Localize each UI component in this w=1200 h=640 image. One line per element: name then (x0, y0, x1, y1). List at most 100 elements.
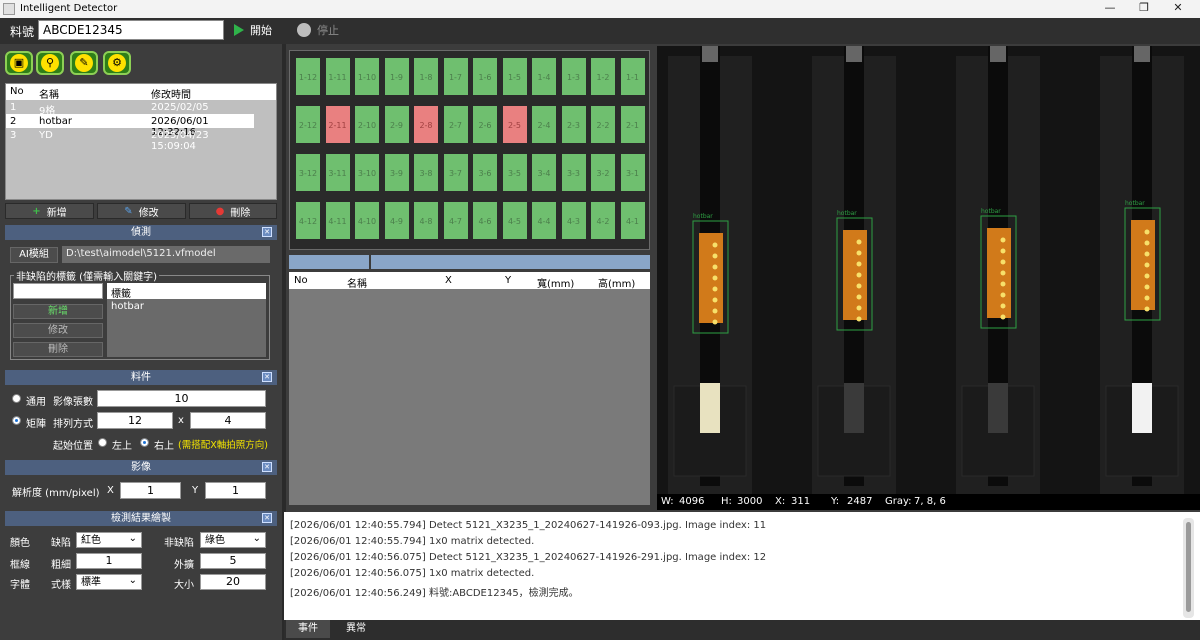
grid-cell[interactable]: 3-3 (560, 153, 587, 192)
camera-tool-button[interactable]: ▣ (5, 51, 33, 75)
grid-cell[interactable]: 2-3 (560, 105, 587, 144)
image-count-field[interactable]: 10 (97, 390, 266, 407)
grid-cell[interactable]: 3-9 (383, 153, 410, 192)
model-path-field[interactable]: D:\test\aimodel\5121.vfmodel (62, 246, 270, 263)
grid-cell[interactable]: 1-2 (590, 57, 616, 96)
minimize-icon[interactable]: — (1100, 1, 1120, 14)
thickness-field[interactable]: 1 (76, 553, 142, 569)
image-section-header[interactable]: 影像 ✕ (5, 460, 277, 475)
tag-add-button[interactable]: 新增 (13, 304, 103, 319)
tag-delete-button[interactable]: 刪除 (13, 342, 103, 357)
grid-cell[interactable]: 4-6 (472, 201, 498, 240)
model-row[interactable]: 1 9格 2025/02/05 09:32:20 (6, 100, 254, 124)
grid-cell[interactable]: 2-8 (413, 105, 439, 144)
tab-errors[interactable]: 異常 (334, 620, 378, 638)
close-icon[interactable]: ✕ (1168, 1, 1188, 14)
model-row-selected[interactable]: 2 hotbar 2026/06/01 12:32:16 (6, 114, 254, 138)
tab-events[interactable]: 事件 (286, 620, 330, 638)
collapse-icon[interactable]: ✕ (262, 462, 272, 472)
grid-cell[interactable]: 4-1 (619, 201, 646, 240)
rows-field[interactable]: 4 (190, 412, 266, 429)
model-edit-button[interactable]: ✎ 修改 (97, 203, 186, 219)
tools-tool-button[interactable]: ✎ (70, 51, 98, 75)
grid-cell[interactable]: 4-5 (501, 201, 528, 240)
res-y-field[interactable]: 1 (205, 482, 266, 499)
grid-cell[interactable]: 4-9 (383, 201, 410, 240)
grid-cell[interactable]: 4-8 (413, 201, 439, 240)
material-section-header[interactable]: 料件 ✕ (5, 370, 277, 385)
grid-cell[interactable]: 3-10 (354, 153, 380, 192)
grid-cell[interactable]: 3-5 (501, 153, 528, 192)
grid-cell[interactable]: 3-7 (442, 153, 469, 192)
scroll-thumb[interactable] (1186, 522, 1191, 612)
maximize-icon[interactable]: ❐ (1134, 1, 1154, 14)
grid-cell[interactable]: 4-11 (324, 201, 351, 240)
grid-cell[interactable]: 1-1 (619, 57, 646, 96)
grid-cell[interactable]: 1-6 (472, 57, 498, 96)
grid-cell[interactable]: 1-8 (413, 57, 439, 96)
grid-cell[interactable]: 2-12 (295, 105, 321, 144)
log-panel[interactable]: [2026/06/01 12:40:55.794] Detect 5121_X3… (284, 512, 1200, 620)
grid-cell[interactable]: 3-4 (531, 153, 557, 192)
grid-cell[interactable]: 2-7 (442, 105, 469, 144)
grid-cell[interactable]: 1-10 (354, 57, 380, 96)
font-size-field[interactable]: 20 (200, 574, 266, 590)
right-top-radio[interactable] (140, 438, 149, 447)
collapse-icon[interactable]: ✕ (262, 372, 272, 382)
image-viewer[interactable]: hotbar hotbar hotbar hotbar (657, 46, 1200, 494)
log-scrollbar[interactable] (1183, 518, 1194, 618)
grid-cell[interactable]: 4-10 (354, 201, 380, 240)
detect-section-header[interactable]: 偵測 ✕ (5, 225, 277, 240)
defect-color-select[interactable]: 紅色 (76, 531, 142, 548)
grid-cell[interactable]: 3-2 (590, 153, 616, 192)
ai-model-button[interactable]: AI模組 (10, 247, 58, 263)
model-add-button[interactable]: + 新增 (5, 203, 94, 219)
grid-cell[interactable]: 2-1 (619, 105, 646, 144)
matrix-radio[interactable] (12, 416, 21, 425)
grid-cell[interactable]: 2-11 (324, 105, 351, 144)
res-x-field[interactable]: 1 (120, 482, 181, 499)
general-radio[interactable] (12, 394, 21, 403)
collapse-icon[interactable]: ✕ (262, 227, 272, 237)
stop-button[interactable]: 停止 (297, 20, 339, 40)
grid-cell[interactable]: 1-5 (501, 57, 528, 96)
font-style-select[interactable]: 標準 (76, 573, 142, 590)
grid-cell[interactable]: 3-11 (324, 153, 351, 192)
model-row[interactable]: 3 YD 2025/04/23 15:09:04 (6, 128, 254, 152)
tag-item[interactable]: hotbar (111, 301, 144, 312)
result-tab-bar-right[interactable] (371, 255, 650, 269)
grid-cell[interactable]: 2-2 (590, 105, 616, 144)
tag-edit-button[interactable]: 修改 (13, 323, 103, 338)
grid-cell[interactable]: 3-6 (472, 153, 498, 192)
grid-cell[interactable]: 2-9 (383, 105, 410, 144)
grid-cell[interactable]: 2-10 (354, 105, 380, 144)
grid-cell[interactable]: 3-8 (413, 153, 439, 192)
left-top-radio[interactable] (98, 438, 107, 447)
part-number-input[interactable] (38, 20, 224, 40)
grid-cell[interactable]: 1-9 (383, 57, 410, 96)
grid-cell[interactable]: 1-11 (324, 57, 351, 96)
result-tab-bar-left[interactable] (289, 255, 369, 269)
grid-cell[interactable]: 3-1 (619, 153, 646, 192)
grid-cell[interactable]: 1-3 (560, 57, 587, 96)
grid-cell[interactable]: 4-2 (590, 201, 616, 240)
draw-section-header[interactable]: 檢測結果繪製 ✕ (5, 511, 277, 526)
settings-tool-button[interactable]: ⚙ (103, 51, 131, 75)
grid-cell[interactable]: 4-12 (295, 201, 321, 240)
start-button[interactable]: 開始 (234, 20, 272, 40)
grid-cell[interactable]: 4-3 (560, 201, 587, 240)
grid-cell[interactable]: 4-4 (531, 201, 557, 240)
model-delete-button[interactable]: ● 刪除 (189, 203, 277, 219)
cols-field[interactable]: 12 (97, 412, 173, 429)
tag-input[interactable] (13, 283, 103, 299)
grid-cell[interactable]: 4-7 (442, 201, 469, 240)
nondefect-color-select[interactable]: 綠色 (200, 531, 266, 548)
grid-cell[interactable]: 2-6 (472, 105, 498, 144)
grid-cell[interactable]: 1-12 (295, 57, 321, 96)
expand-field[interactable]: 5 (200, 553, 266, 569)
collapse-icon[interactable]: ✕ (262, 513, 272, 523)
grid-cell[interactable]: 1-4 (531, 57, 557, 96)
grid-cell[interactable]: 2-4 (531, 105, 557, 144)
grid-cell[interactable]: 2-5 (501, 105, 528, 144)
search-tool-button[interactable]: ⚲ (36, 51, 64, 75)
